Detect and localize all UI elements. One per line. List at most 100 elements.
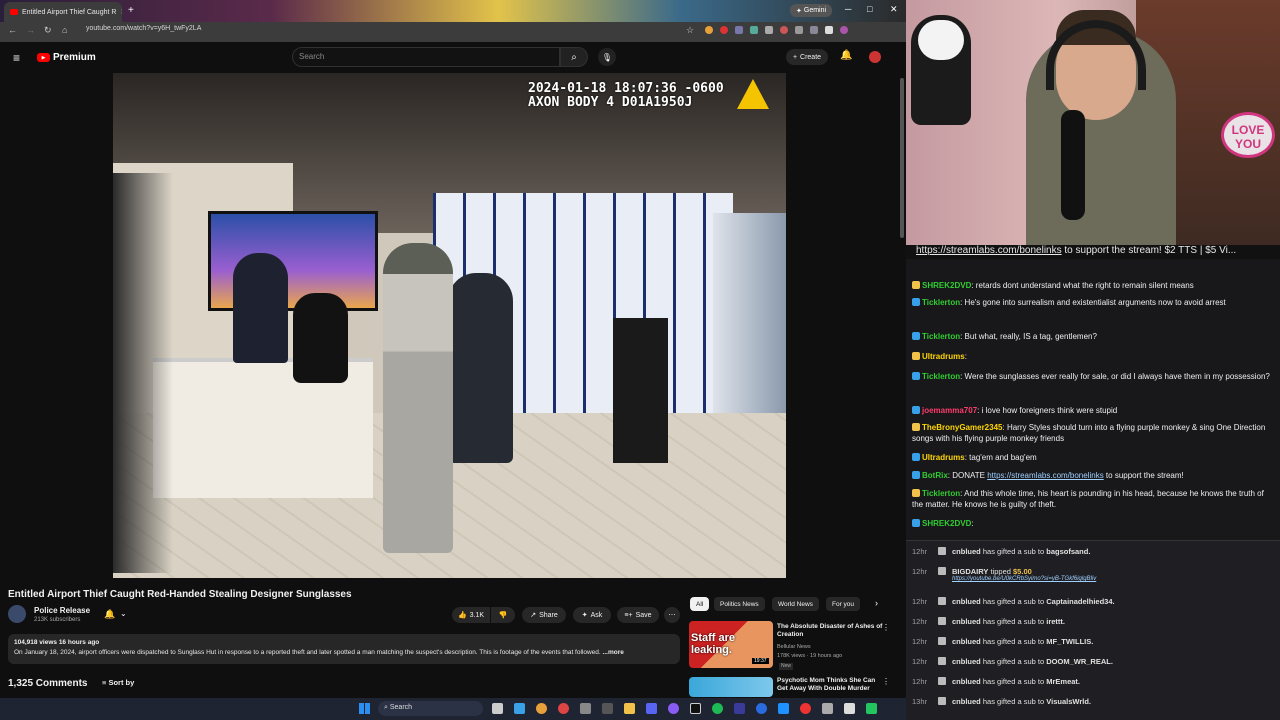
hamburger-menu-icon[interactable]: ≡ — [13, 51, 20, 65]
alert-target: bagsofsand. — [1046, 547, 1091, 556]
sparkle-icon: ✦ — [581, 612, 588, 619]
chat-username[interactable]: Ticklerton — [922, 372, 960, 381]
alert-target: Captainadelhied34. — [1046, 597, 1115, 606]
chat-badge-icon — [912, 423, 920, 431]
video-scene-officer-right — [448, 273, 513, 463]
webcam-microphone — [1061, 110, 1085, 220]
chat-badge-icon — [912, 281, 920, 289]
search-input[interactable]: Search — [292, 47, 560, 67]
new-tab-icon[interactable]: + — [128, 5, 134, 16]
voice-search-icon[interactable]: 🎙 — [598, 48, 616, 66]
chevron-down-icon[interactable]: ⌄ — [120, 609, 127, 618]
chevron-right-icon[interactable]: › — [875, 598, 878, 608]
plus-icon: + — [792, 53, 798, 61]
browser-tab-active[interactable]: Entitled Airport Thief Caught R ✕ — [4, 2, 122, 22]
ask-button[interactable]: ✦ Ask — [573, 607, 611, 623]
chat-username[interactable]: joemamma707 — [922, 406, 977, 415]
chat-username[interactable]: TheBronyGamer2345 — [922, 423, 1002, 432]
banner-link[interactable]: https://streamlabs.com/bonelinks — [916, 245, 1062, 256]
related-video-channel[interactable]: Bellular News — [777, 644, 811, 651]
channel-name[interactable]: Police Release — [34, 606, 90, 615]
related-video-title[interactable]: The Absolute Disaster of Ashes of Creati… — [777, 623, 885, 639]
taskbar-app-icons[interactable] — [492, 703, 902, 714]
alert-target: MrEmeat. — [1046, 677, 1081, 686]
chip-all[interactable]: All — [690, 597, 710, 611]
chat-username[interactable]: Ticklerton — [922, 489, 960, 498]
webcam-feed: LOVE YOU — [906, 0, 1280, 248]
browser-tab-strip — [0, 0, 906, 22]
gift-icon — [938, 617, 946, 625]
webcam-love-sign: LOVE YOU — [1221, 112, 1275, 158]
windows-start-icon[interactable] — [359, 703, 370, 714]
forward-icon[interactable]: → — [26, 25, 35, 35]
chat-badge-icon — [912, 406, 920, 414]
alert-time: 12hr — [912, 677, 928, 686]
chat-badge-icon — [912, 298, 920, 306]
reload-icon[interactable]: ↻ — [44, 25, 52, 36]
chat-username[interactable]: SHREK2DVD — [922, 281, 971, 290]
search-icon[interactable]: ⌕ — [560, 47, 588, 67]
banner-text: to support the stream! $2 TTS | $5 Vi... — [1061, 245, 1237, 256]
video-player[interactable]: 2024-01-18 18:07:36 -0600 AXON BODY 4 D01… — [113, 73, 786, 578]
chat-text: retards dont understand what the right t… — [975, 281, 1194, 290]
create-button[interactable]: + Create — [786, 49, 828, 65]
chat-link[interactable]: https://streamlabs.com/bonelinks — [987, 471, 1104, 480]
description-more-link[interactable]: ...more — [603, 649, 624, 656]
extensions-icons[interactable] — [705, 26, 895, 36]
related-more-icon-2[interactable]: ⋮ — [882, 677, 890, 686]
alert-tip-message[interactable]: https://youtube.be/U0kCRbSyimo?si=yB-TGk… — [952, 576, 1096, 582]
chat-username[interactable]: Ultradrums — [922, 453, 965, 462]
related-video-title-2[interactable]: Psychotic Mom Thinks She Can Get Away Wi… — [777, 677, 885, 693]
chat-username[interactable]: BotRix — [922, 471, 948, 480]
chip-for-you[interactable]: For you — [826, 597, 861, 611]
share-button[interactable]: ↗ Share — [522, 607, 566, 623]
youtube-logo[interactable]: ▶ Premium — [37, 52, 96, 63]
chat-username[interactable]: SHREK2DVD — [922, 519, 971, 528]
channel-subscribers: 213K subscribers — [34, 617, 81, 623]
window-close-icon[interactable]: ✕ — [890, 4, 898, 15]
chat-username[interactable]: Ultradrums — [922, 352, 965, 361]
related-video-thumbnail-2[interactable] — [689, 677, 773, 697]
gemini-icon: ✦ — [796, 7, 802, 15]
notifications-bell-icon[interactable]: 🔔 — [840, 50, 852, 61]
chat-badge-icon — [912, 352, 920, 360]
chat-username[interactable]: Ticklerton — [922, 298, 960, 307]
like-button[interactable]: 👍 3.1K — [452, 607, 490, 623]
url-field[interactable]: youtube.com/watch?v=y6H_twFy2LA — [86, 25, 201, 32]
chat-banner: https://streamlabs.com/bonelinks to supp… — [906, 245, 1280, 259]
chat-badge-icon — [912, 489, 920, 497]
alert-text: has gifted a sub to — [982, 637, 1045, 646]
related-video-meta: 178K views · 19 hours ago — [777, 653, 843, 659]
alert-text: has gifted a sub to — [982, 597, 1045, 606]
gift-icon — [938, 657, 946, 665]
chat-message: Ticklerton: Were the sunglasses ever rea… — [912, 371, 1274, 382]
chip-politics-news[interactable]: Politics News — [714, 597, 765, 611]
taskbar-search[interactable]: ⌕ Search — [378, 701, 483, 716]
dislike-button[interactable]: 👎 — [491, 607, 515, 623]
chat-username[interactable]: Ticklerton — [922, 332, 960, 341]
save-button[interactable]: ≡+ Save — [617, 607, 659, 623]
channel-avatar[interactable] — [8, 605, 26, 623]
more-actions-icon[interactable]: ⋯ — [664, 607, 680, 623]
back-icon[interactable]: ← — [8, 25, 17, 35]
chat-message: joemamma707: i love how foreigners think… — [912, 405, 1274, 416]
chat-badge-icon — [912, 372, 920, 380]
video-scene-backpack — [293, 293, 348, 383]
subscribed-bell-icon[interactable]: 🔔 — [104, 609, 115, 620]
sort-by-button[interactable]: ≡ Sort by — [102, 678, 134, 687]
gift-icon — [938, 677, 946, 685]
chat-badge-icon — [912, 453, 920, 461]
minimize-icon[interactable]: ─ — [845, 4, 851, 14]
avatar[interactable] — [869, 51, 881, 63]
webcam-puppet-face — [918, 20, 964, 60]
alert-target: $5.00 — [1013, 567, 1032, 576]
maximize-icon[interactable]: □ — [867, 4, 872, 14]
tab-close-icon[interactable]: ✕ — [120, 8, 122, 16]
related-more-icon[interactable]: ⋮ — [882, 623, 890, 632]
home-icon[interactable]: ⌂ — [62, 25, 67, 35]
chip-world-news[interactable]: World News — [772, 597, 819, 611]
bookmark-star-icon[interactable]: ☆ — [686, 25, 694, 36]
gemini-button[interactable]: ✦ Gemini — [790, 4, 833, 17]
alert-time: 12hr — [912, 617, 928, 626]
scrollbar-thumb[interactable] — [900, 78, 904, 238]
